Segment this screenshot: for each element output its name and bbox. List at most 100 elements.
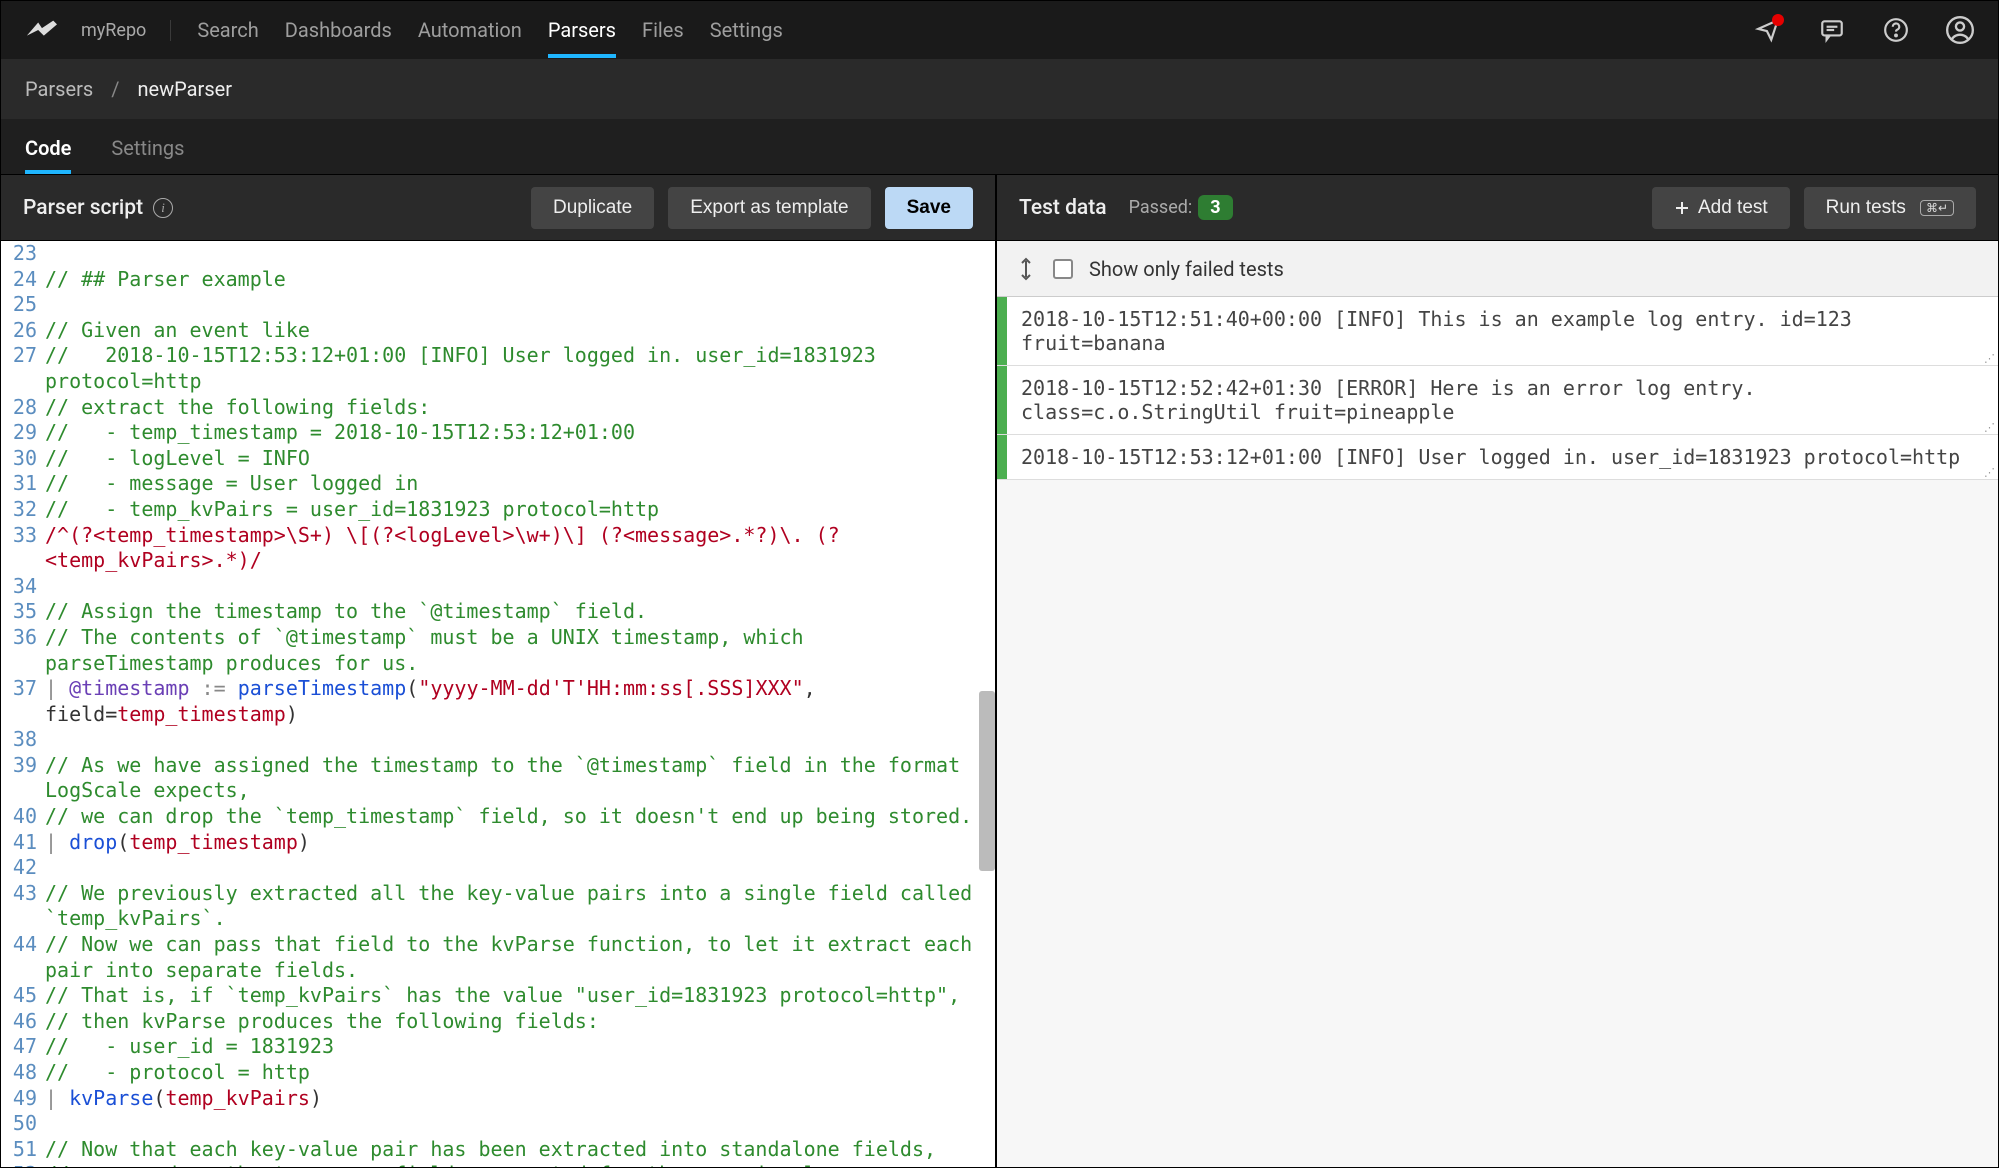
code-line[interactable]: 36// The contents of `@timestamp` must b… (1, 625, 995, 676)
topnav-item-files[interactable]: Files (642, 2, 684, 58)
code-line[interactable]: 41| drop(temp_timestamp) (1, 830, 995, 856)
code-line[interactable]: 32// - temp_kvPairs = user_id=1831923 pr… (1, 497, 995, 523)
code-line[interactable]: 52// we can drop the temporary field we … (1, 1162, 995, 1167)
repo-name[interactable]: myRepo (81, 20, 171, 41)
code-line[interactable]: 26// Given an event like (1, 318, 995, 344)
line-number: 42 (1, 855, 45, 881)
code-line[interactable]: 48// - protocol = http (1, 1060, 995, 1086)
code-line[interactable]: 33/^(?<temp_timestamp>\S+) \[(?<logLevel… (1, 523, 995, 574)
code-line[interactable]: 29// - temp_timestamp = 2018-10-15T12:53… (1, 420, 995, 446)
tab-settings[interactable]: Settings (111, 124, 184, 174)
code-line[interactable]: 23 (1, 241, 995, 267)
tests-filter-bar: Show only failed tests (997, 241, 1998, 297)
code-line[interactable]: 38 (1, 727, 995, 753)
code-line[interactable]: 35// Assign the timestamp to the `@times… (1, 599, 995, 625)
line-number: 30 (1, 446, 45, 472)
line-number: 40 (1, 804, 45, 830)
code-line[interactable]: 25 (1, 292, 995, 318)
info-icon[interactable]: i (153, 198, 173, 218)
topnav-item-dashboards[interactable]: Dashboards (285, 2, 392, 58)
line-number: 35 (1, 599, 45, 625)
line-number: 36 (1, 625, 45, 676)
code-line[interactable]: 43// We previously extracted all the key… (1, 881, 995, 932)
line-number: 43 (1, 881, 45, 932)
code-pane: 2324// ## Parser example2526// Given an … (1, 241, 997, 1167)
passed-count: 3 (1198, 195, 1232, 220)
export-template-button[interactable]: Export as template (668, 187, 870, 229)
breadcrumb-current: newParser (137, 77, 232, 101)
topnav-item-automation[interactable]: Automation (418, 2, 522, 58)
test-text: 2018-10-15T12:52:42+01:30 [ERROR] Here i… (1007, 366, 1984, 434)
show-only-failed-checkbox[interactable] (1053, 259, 1073, 279)
code-line[interactable]: 49| kvParse(temp_kvPairs) (1, 1086, 995, 1112)
line-number: 52 (1, 1162, 45, 1167)
code-line[interactable]: 40// we can drop the `temp_timestamp` fi… (1, 804, 995, 830)
line-number: 26 (1, 318, 45, 344)
line-number: 32 (1, 497, 45, 523)
line-number: 25 (1, 292, 45, 318)
code-editor[interactable]: 2324// ## Parser example2526// Given an … (1, 241, 995, 1167)
line-number: 38 (1, 727, 45, 753)
save-button[interactable]: Save (885, 187, 973, 229)
code-line[interactable]: 27// 2018-10-15T12:53:12+01:00 [INFO] Us… (1, 343, 995, 394)
help-icon[interactable] (1882, 16, 1910, 44)
code-line[interactable]: 30// - logLevel = INFO (1, 446, 995, 472)
test-text: 2018-10-15T12:51:40+00:00 [INFO] This is… (1007, 297, 1984, 365)
test-item[interactable]: 2018-10-15T12:53:12+01:00 [INFO] User lo… (997, 435, 1998, 480)
topnav-item-parsers[interactable]: Parsers (548, 2, 616, 58)
code-line[interactable]: 51// Now that each key-value pair has be… (1, 1137, 995, 1163)
scrollbar-thumb[interactable] (979, 691, 995, 871)
breadcrumb-sep: / (111, 77, 119, 101)
add-test-button[interactable]: Add test (1652, 187, 1790, 229)
line-number: 51 (1, 1137, 45, 1163)
notifications-icon[interactable] (1754, 16, 1782, 44)
topnav-item-search[interactable]: Search (197, 2, 258, 58)
toolbar: Parser script i Duplicate Export as temp… (1, 175, 1998, 241)
line-number: 47 (1, 1034, 45, 1060)
code-line[interactable]: 50 (1, 1111, 995, 1137)
tests-pane: Show only failed tests 2018-10-15T12:51:… (997, 241, 1998, 1167)
comments-icon[interactable] (1818, 16, 1846, 44)
user-avatar-icon[interactable] (1946, 16, 1974, 44)
code-line[interactable]: 28// extract the following fields: (1, 395, 995, 421)
test-data-title: Test data (1019, 196, 1107, 220)
tests-list: 2018-10-15T12:51:40+00:00 [INFO] This is… (997, 297, 1998, 1167)
expand-collapse-icon[interactable] (1015, 258, 1037, 280)
topnav: myRepo Search Dashboards Automation Parsers… (1, 1, 1998, 59)
code-line[interactable]: 44// Now we can pass that field to the k… (1, 932, 995, 983)
breadcrumb-root[interactable]: Parsers (25, 77, 93, 101)
code-line[interactable]: 37| @timestamp := parseTimestamp("yyyy-M… (1, 676, 995, 727)
line-number: 44 (1, 932, 45, 983)
topnav-item-settings[interactable]: Settings (710, 2, 783, 58)
test-text: 2018-10-15T12:53:12+01:00 [INFO] User lo… (1007, 435, 1984, 479)
line-number: 49 (1, 1086, 45, 1112)
run-tests-button[interactable]: Run tests ⌘↵ (1804, 187, 1976, 229)
code-line[interactable]: 31// - message = User logged in (1, 471, 995, 497)
code-line[interactable]: 42 (1, 855, 995, 881)
tab-code[interactable]: Code (25, 124, 71, 174)
line-number: 34 (1, 574, 45, 600)
logo-icon[interactable] (25, 14, 57, 46)
code-line[interactable]: 47// - user_id = 1831923 (1, 1034, 995, 1060)
test-item[interactable]: 2018-10-15T12:52:42+01:30 [ERROR] Here i… (997, 366, 1998, 435)
line-number: 48 (1, 1060, 45, 1086)
passed-label: Passed: (1129, 197, 1193, 218)
code-line[interactable]: 34 (1, 574, 995, 600)
line-number: 39 (1, 753, 45, 804)
breadcrumb: Parsers / newParser (1, 59, 1998, 119)
show-only-failed-label: Show only failed tests (1089, 257, 1284, 281)
resize-grip-icon[interactable]: ⋰ (1984, 423, 1998, 434)
code-line[interactable]: 24// ## Parser example (1, 267, 995, 293)
duplicate-button[interactable]: Duplicate (531, 187, 654, 229)
notification-badge (1772, 14, 1784, 26)
line-number: 28 (1, 395, 45, 421)
line-number: 46 (1, 1009, 45, 1035)
topnav-items: Search Dashboards Automation Parsers Files Se… (197, 2, 782, 58)
code-line[interactable]: 39// As we have assigned the timestamp t… (1, 753, 995, 804)
tabs-bar: Code Settings (1, 119, 1998, 175)
resize-grip-icon[interactable]: ⋰ (1984, 468, 1998, 479)
resize-grip-icon[interactable]: ⋰ (1984, 354, 1998, 365)
test-item[interactable]: 2018-10-15T12:51:40+00:00 [INFO] This is… (997, 297, 1998, 366)
code-line[interactable]: 45// That is, if `temp_kvPairs` has the … (1, 983, 995, 1009)
code-line[interactable]: 46// then kvParse produces the following… (1, 1009, 995, 1035)
